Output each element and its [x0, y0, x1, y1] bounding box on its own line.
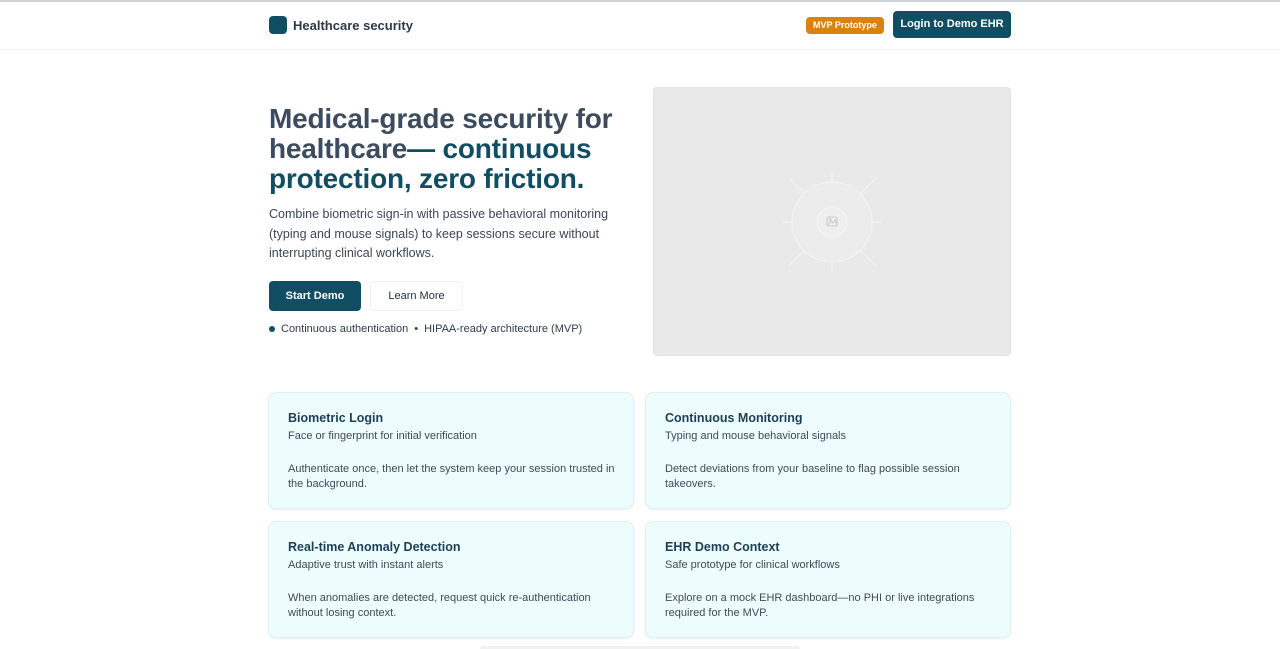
card-body: Explore on a mock EHR dashboard—no PHI o… — [665, 592, 975, 619]
feature-list: Continuous authentication • HIPAA-ready … — [269, 323, 582, 335]
feature-card-ehr: EHR Demo Context Safe prototype for clin… — [645, 521, 1011, 638]
hero-title: Medical-grade security for healthcare— c… — [269, 104, 639, 194]
login-demo-ehr-button[interactable]: Login to Demo EHR — [893, 11, 1011, 38]
card-title: EHR Demo Context — [665, 540, 780, 554]
learn-more-button[interactable]: Learn More — [370, 281, 463, 311]
feature-card-monitoring: Continuous Monitoring Typing and mouse b… — [645, 392, 1011, 509]
bullet-dot-icon — [269, 326, 275, 332]
card-title: Real-time Anomaly Detection — [288, 540, 461, 554]
mvp-badge: MVP Prototype — [806, 17, 884, 34]
feature-card-anomaly: Real-time Anomaly Detection Adaptive tru… — [268, 521, 634, 638]
card-subtitle: Safe prototype for clinical workflows — [665, 559, 840, 571]
feature-hipaa: HIPAA-ready architecture (MVP) — [424, 323, 583, 335]
logo-icon — [269, 16, 287, 34]
hero-description: Combine biometric sign-in with passive b… — [269, 207, 609, 260]
image-placeholder-icon — [782, 173, 882, 273]
card-subtitle: Typing and mouse behavioral signals — [665, 430, 847, 442]
feature-card-biometric: Biometric Login Face or fingerprint for … — [268, 392, 634, 509]
feature-continuous-auth: Continuous authentication — [281, 323, 409, 335]
card-body: When anomalies are detected, request qui… — [288, 592, 591, 619]
card-title: Biometric Login — [288, 411, 384, 425]
card-subtitle: Adaptive trust with instant alerts — [288, 559, 444, 571]
card-subtitle: Face or fingerprint for initial verifica… — [288, 430, 477, 442]
card-body: Authenticate once, then let the system k… — [288, 463, 615, 490]
hero-image-placeholder — [653, 87, 1011, 356]
start-demo-button[interactable]: Start Demo — [269, 281, 361, 311]
brand[interactable]: Healthcare security — [269, 16, 413, 34]
card-title: Continuous Monitoring — [665, 411, 803, 425]
feature-separator: • — [414, 323, 419, 335]
site-header: Healthcare security MVP Prototype Login … — [0, 2, 1280, 50]
brand-name: Healthcare security — [293, 17, 413, 33]
card-body: Detect deviations from your baseline to … — [665, 463, 960, 490]
